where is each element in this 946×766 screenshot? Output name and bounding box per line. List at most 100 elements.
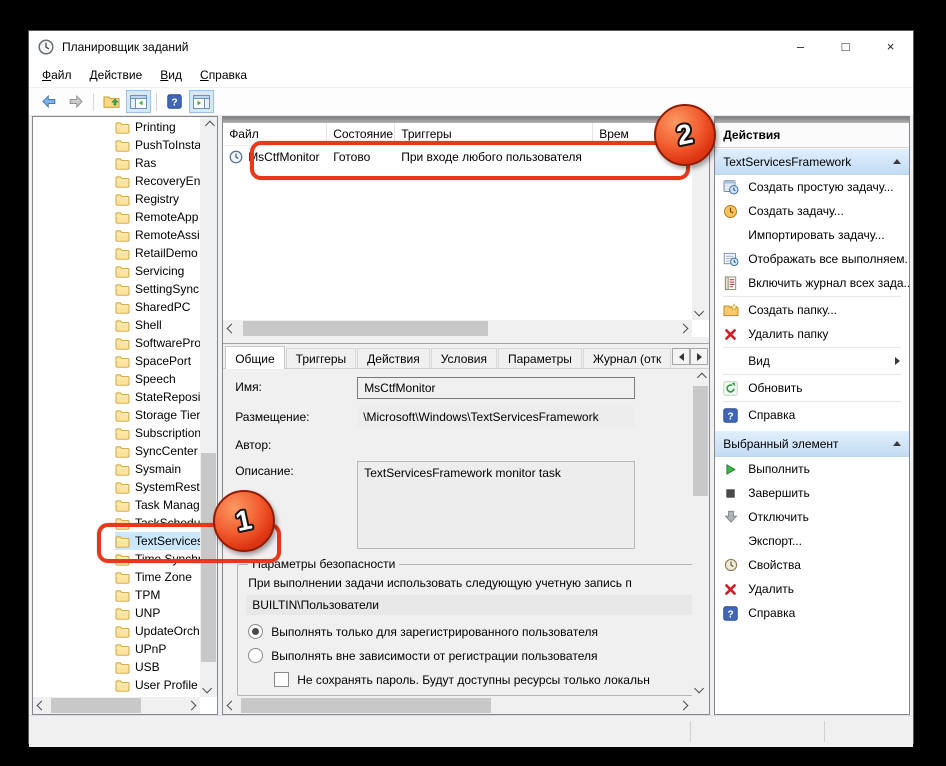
properties-vertical-scrollbar[interactable] <box>692 369 709 697</box>
tree-item[interactable]: SettingSync <box>33 280 200 298</box>
tree-item[interactable]: SyncCenter <box>33 442 200 460</box>
action-item[interactable]: Удалить папку <box>715 322 909 346</box>
action-item[interactable]: ?Справка <box>715 601 909 625</box>
action-item[interactable]: Создать задачу... <box>715 199 909 223</box>
tree-vertical-scrollbar[interactable] <box>200 117 217 697</box>
tree-item[interactable]: SoftwareProtecti <box>33 334 200 352</box>
menu-item[interactable]: Файл <box>33 65 81 85</box>
tree-item[interactable]: RecoveryEnvironm <box>33 172 200 190</box>
actions-section-header[interactable]: TextServicesFramework <box>715 148 909 175</box>
tree-item[interactable]: RemoteApp and <box>33 208 200 226</box>
tree-item[interactable]: Registry <box>33 190 200 208</box>
scroll-down-button[interactable] <box>692 680 709 697</box>
tree-item[interactable]: PushToInstall <box>33 136 200 154</box>
action-item[interactable]: Удалить <box>715 577 909 601</box>
tree-item[interactable]: UPnP <box>33 640 200 658</box>
tab-3[interactable]: Действия <box>357 348 430 368</box>
tab-4[interactable]: Условия <box>431 348 497 368</box>
task-list-horizontal-scrollbar[interactable] <box>223 320 692 337</box>
action-item[interactable]: Отображать все выполняем... <box>715 247 909 271</box>
tree-item[interactable]: Speech <box>33 370 200 388</box>
action-item[interactable]: ?Справка <box>715 403 909 427</box>
scrollbar-thumb[interactable] <box>243 321 488 336</box>
checkbox-icon[interactable] <box>274 672 289 687</box>
action-item[interactable]: Обновить <box>715 376 909 400</box>
tree-item[interactable]: USB <box>33 658 200 676</box>
description-field[interactable]: TextServicesFramework monitor task <box>357 461 635 549</box>
tree-item[interactable]: SharedPC <box>33 298 200 316</box>
tree-item[interactable]: UNP <box>33 604 200 622</box>
action-item[interactable]: Включить журнал всех зада... <box>715 271 909 295</box>
scroll-up-button[interactable] <box>200 117 217 134</box>
action-item[interactable]: Выполнить <box>715 457 909 481</box>
tree-item[interactable]: Ras <box>33 154 200 172</box>
scrollbar-thumb[interactable] <box>241 698 491 713</box>
tab-5[interactable]: Параметры <box>498 348 582 368</box>
maximize-button[interactable]: □ <box>823 31 868 62</box>
scroll-right-button[interactable] <box>183 697 200 714</box>
tree-item[interactable]: Subscription <box>33 424 200 442</box>
action-item[interactable]: Импортировать задачу... <box>715 223 909 247</box>
tree-item[interactable]: TPM <box>33 586 200 604</box>
radio-unselected-icon[interactable] <box>248 648 263 663</box>
tab-scroll-right-button[interactable] <box>690 348 708 365</box>
name-field[interactable]: MsCtfMonitor <box>357 377 635 399</box>
menu-item[interactable]: Справка <box>191 65 256 85</box>
action-pane-toggle-icon[interactable] <box>189 90 214 113</box>
scroll-left-button[interactable] <box>223 320 240 337</box>
action-item[interactable]: Завершить <box>715 481 909 505</box>
scroll-left-button[interactable] <box>223 697 240 714</box>
scrollbar-thumb[interactable] <box>693 386 708 496</box>
action-item[interactable]: Вид <box>715 349 909 373</box>
action-item-label: Свойства <box>748 558 801 572</box>
tree-horizontal-scrollbar[interactable] <box>33 697 200 714</box>
action-item[interactable]: Экспорт... <box>715 529 909 553</box>
action-item[interactable]: Создать простую задачу... <box>715 175 909 199</box>
action-item[interactable]: Отключить <box>715 505 909 529</box>
tree-item[interactable]: SystemRestore <box>33 478 200 496</box>
scrollbar-thumb[interactable] <box>51 698 141 713</box>
collapse-arrow-icon[interactable] <box>893 159 901 164</box>
tree-item[interactable]: Storage Tiers Man <box>33 406 200 424</box>
close-button[interactable]: × <box>868 31 913 62</box>
radio-run-only-logged-on[interactable]: Выполнять только для зарегистрированного… <box>248 624 692 639</box>
tree-item[interactable]: Shell <box>33 316 200 334</box>
back-icon[interactable] <box>36 90 61 113</box>
collapse-arrow-icon[interactable] <box>893 441 901 446</box>
scroll-down-button[interactable] <box>200 680 217 697</box>
scroll-left-button[interactable] <box>33 697 50 714</box>
scroll-up-button[interactable] <box>692 369 709 386</box>
tab-1[interactable]: Общие <box>225 346 284 369</box>
tree-item[interactable]: Sysmain <box>33 460 200 478</box>
tree-item[interactable]: Servicing <box>33 262 200 280</box>
menu-item[interactable]: Действие <box>81 65 152 85</box>
tree-item[interactable]: Time Zone <box>33 568 200 586</box>
action-item[interactable]: Свойства <box>715 553 909 577</box>
tree-item[interactable]: SpacePort <box>33 352 200 370</box>
actions-section-header[interactable]: Выбранный элемент <box>715 430 909 457</box>
tree-item[interactable]: Printing <box>33 118 200 136</box>
scroll-down-button[interactable] <box>692 303 709 320</box>
tree-item[interactable]: Task Manager <box>33 496 200 514</box>
tree-item[interactable]: RemoteAssistanc <box>33 226 200 244</box>
tree-item[interactable]: User Profile Servi <box>33 676 200 694</box>
help-icon[interactable]: ? <box>162 90 187 113</box>
radio-run-regardless[interactable]: Выполнять вне зависимости от регистрации… <box>248 648 692 663</box>
show-in-folder-icon[interactable] <box>99 90 124 113</box>
tab-scroll-left-button[interactable] <box>672 348 690 365</box>
tab-6[interactable]: Журнал (отк <box>583 348 671 368</box>
tree-item[interactable]: RetailDemo <box>33 244 200 262</box>
checkbox-do-not-store-password[interactable]: Не сохранять пароль. Будут доступны ресу… <box>274 672 692 687</box>
console-tree-toggle-icon[interactable] <box>126 90 151 113</box>
scroll-right-button[interactable] <box>675 320 692 337</box>
radio-selected-icon[interactable] <box>248 624 263 639</box>
properties-horizontal-scrollbar[interactable] <box>223 697 692 714</box>
tree-item[interactable]: UpdateOrchestra <box>33 622 200 640</box>
forward-icon[interactable] <box>63 90 88 113</box>
menu-item[interactable]: Вид <box>151 65 191 85</box>
action-item[interactable]: Создать папку... <box>715 298 909 322</box>
tree-item[interactable]: StateRepository <box>33 388 200 406</box>
tab-2[interactable]: Триггеры <box>286 348 357 368</box>
scroll-right-button[interactable] <box>675 697 692 714</box>
minimize-button[interactable]: – <box>778 31 823 62</box>
